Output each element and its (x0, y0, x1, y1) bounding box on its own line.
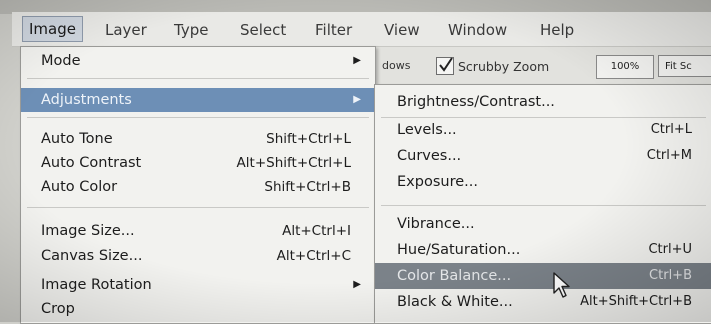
menubar: Image Layer Type Select Filter View Wind… (12, 12, 711, 47)
shortcut-text: Alt+Ctrl+I (282, 223, 351, 239)
menu-item-label: Image Rotation (41, 277, 152, 293)
adjustments-submenu: Brightness/Contrast... Levels... Ctrl+L … (374, 84, 711, 324)
menu-item-label: Color Balance... (397, 268, 512, 284)
menu-item-vibrance[interactable]: Vibrance... (375, 211, 711, 237)
submenu-arrow-icon: ▶ (353, 279, 361, 290)
menu-item-label: Auto Color (41, 179, 118, 195)
separator (381, 205, 706, 206)
menu-item-label: Black & White... (397, 294, 513, 310)
menu-item-hue-saturation[interactable]: Hue/Saturation... Ctrl+U (375, 237, 711, 263)
menu-help[interactable]: Help (540, 18, 574, 42)
resize-windows-label: dows (382, 59, 411, 72)
separator (27, 207, 369, 208)
menu-item-brightness-contrast[interactable]: Brightness/Contrast... (375, 89, 711, 115)
shortcut-text: Alt+Ctrl+C (276, 248, 351, 264)
separator (27, 117, 369, 118)
menu-item-levels[interactable]: Levels... Ctrl+L (375, 117, 711, 143)
menu-layer[interactable]: Layer (105, 18, 147, 42)
menu-image[interactable]: Image (22, 16, 83, 42)
menu-item-label: Canvas Size... (41, 248, 143, 264)
shortcut-text: Shift+Ctrl+B (264, 179, 351, 195)
menu-window[interactable]: Window (448, 18, 507, 42)
menu-item-color-balance[interactable]: Color Balance... Ctrl+B (375, 263, 711, 289)
menu-item-label: Image Size... (41, 223, 135, 239)
shortcut-text: Alt+Shift+Ctrl+B (580, 294, 692, 309)
menu-item-adjustments[interactable]: Adjustments ▶ (21, 88, 375, 112)
menu-item-auto-color[interactable]: Auto Color Shift+Ctrl+B (21, 175, 375, 199)
scrubby-zoom-label: Scrubby Zoom (458, 59, 550, 74)
menu-item-canvas-size[interactable]: Canvas Size... Alt+Ctrl+C (21, 244, 375, 268)
menu-item-label: Adjustments (41, 92, 132, 108)
submenu-arrow-icon: ▶ (353, 55, 361, 66)
shortcut-text: Ctrl+M (646, 148, 692, 163)
menu-item-label: Mode (41, 53, 81, 69)
menu-view[interactable]: View (384, 18, 420, 42)
menu-item-auto-tone[interactable]: Auto Tone Shift+Ctrl+L (21, 127, 375, 151)
menu-item-black-white[interactable]: Black & White... Alt+Shift+Ctrl+B (375, 289, 711, 315)
shortcut-text: Ctrl+L (650, 122, 692, 137)
menu-item-image-size[interactable]: Image Size... Alt+Ctrl+I (21, 219, 375, 243)
fit-screen-button[interactable]: Fit Sc (658, 55, 711, 77)
menu-item-curves[interactable]: Curves... Ctrl+M (375, 143, 711, 169)
menu-item-label: Brightness/Contrast... (397, 94, 555, 110)
menu-item-label: Crop (41, 301, 75, 317)
menu-item-auto-contrast[interactable]: Auto Contrast Alt+Shift+Ctrl+L (21, 151, 375, 175)
menu-item-label: Exposure... (397, 174, 478, 190)
shortcut-text: Ctrl+B (649, 268, 692, 283)
mouse-pointer-icon (553, 272, 570, 298)
separator (27, 78, 369, 79)
shortcut-text: Shift+Ctrl+L (266, 131, 351, 147)
shortcut-text: Ctrl+U (648, 242, 692, 257)
submenu-arrow-icon: ▶ (353, 94, 361, 105)
menu-item-label: Curves... (397, 148, 462, 164)
menu-item-exposure[interactable]: Exposure... (375, 169, 711, 195)
menu-filter[interactable]: Filter (315, 18, 352, 42)
menu-item-mode[interactable]: Mode ▶ (21, 49, 375, 73)
options-bar: dows Scrubby Zoom 100% Fit Sc (360, 47, 711, 86)
menu-item-label: Auto Tone (41, 131, 113, 147)
menu-item-label: Hue/Saturation... (397, 242, 521, 258)
checkmark-icon (439, 57, 453, 72)
menu-item-crop[interactable]: Crop (21, 297, 375, 321)
image-menu: Mode ▶ Adjustments ▶ Auto Tone Shift+Ctr… (20, 46, 376, 324)
menu-item-image-rotation[interactable]: Image Rotation ▶ (21, 273, 375, 297)
menu-item-label: Auto Contrast (41, 155, 142, 171)
shortcut-text: Alt+Shift+Ctrl+L (236, 155, 351, 171)
menu-item-label: Vibrance... (397, 216, 475, 232)
menu-type[interactable]: Type (174, 18, 208, 42)
menu-select[interactable]: Select (240, 18, 286, 42)
scrubby-zoom-checkbox[interactable] (436, 57, 454, 75)
menu-item-label: Levels... (397, 122, 457, 138)
zoom-100-button[interactable]: 100% (596, 55, 654, 79)
